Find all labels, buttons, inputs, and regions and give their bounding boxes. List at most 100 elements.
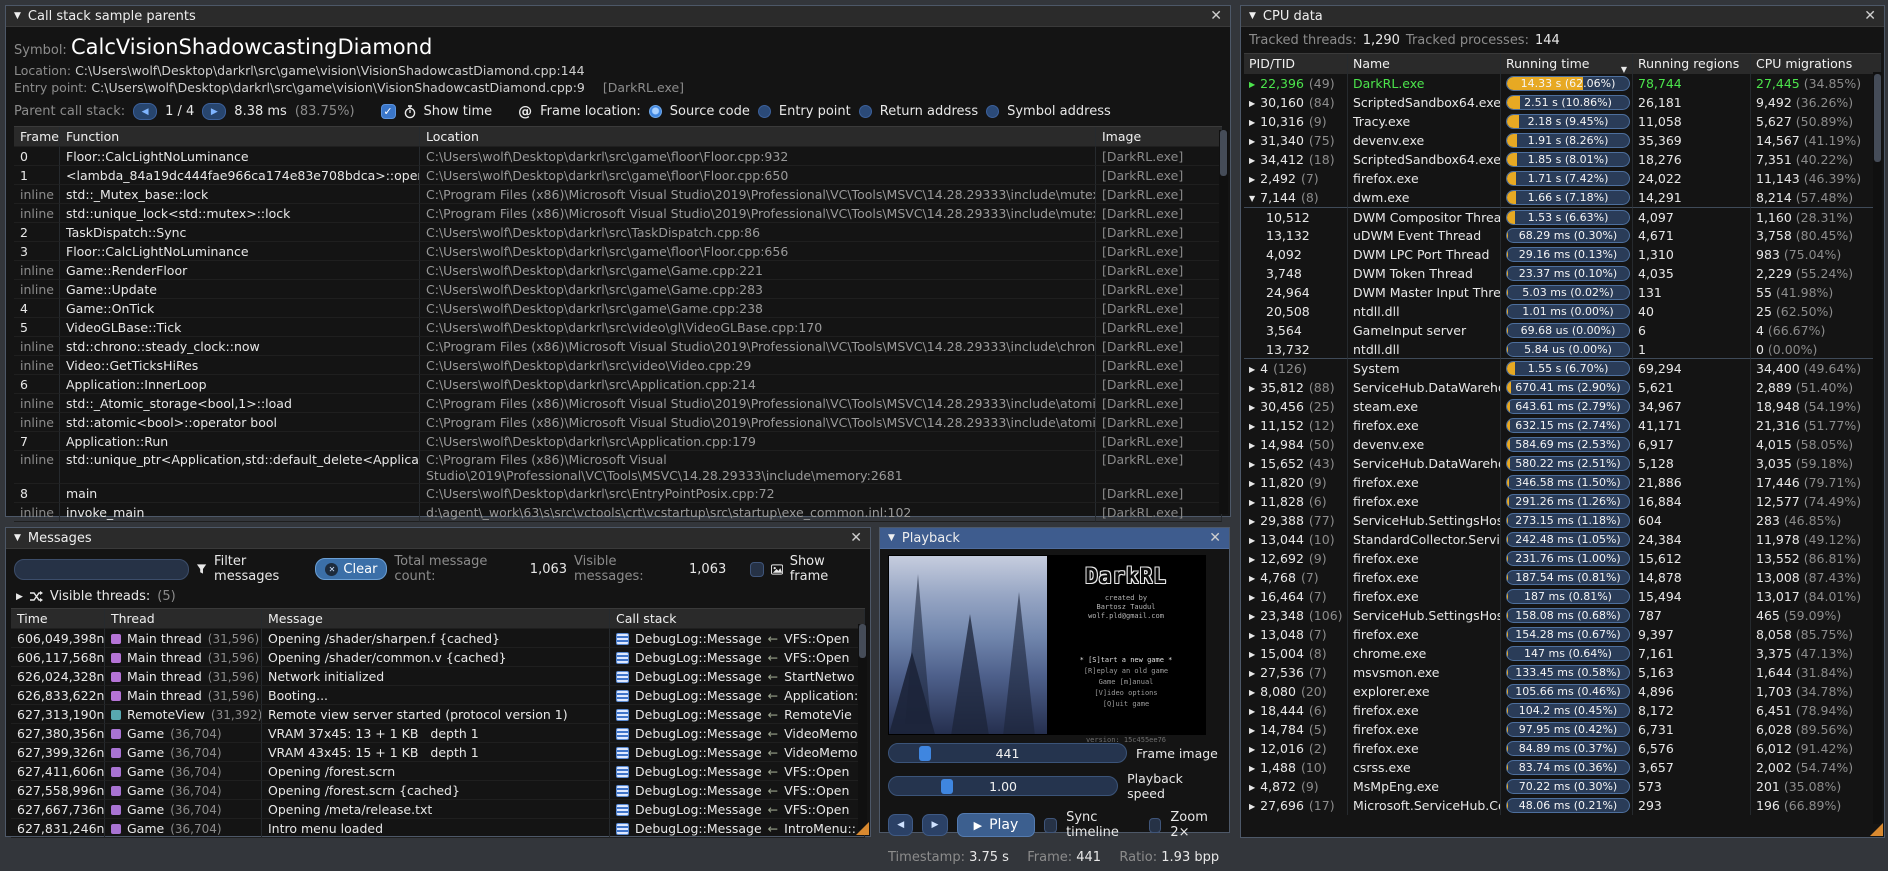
cpu-process-row[interactable]: ▶13,044(10)StandardCollector.Servic242.4… xyxy=(1244,530,1881,549)
callstack-row[interactable]: 5VideoGLBase::TickC:\Users\wolf\Desktop\… xyxy=(14,318,1222,337)
expand-icon[interactable]: ▶ xyxy=(1249,631,1255,640)
callstack-cell[interactable]: DebugLog::Message←RemoteVie xyxy=(610,705,865,724)
radio-symbol-address[interactable] xyxy=(986,105,999,118)
expand-icon[interactable]: ▶ xyxy=(1249,593,1255,602)
expand-icon[interactable]: ▶ xyxy=(1249,460,1255,469)
cpu-process-row[interactable]: ▶4(126)System1.55 s (6.70%)69,29434,400 … xyxy=(1244,359,1881,378)
expand-icon[interactable]: ▼ xyxy=(1249,194,1255,203)
callstack-row[interactable]: 8mainC:\Users\wolf\Desktop\darkrl\src\En… xyxy=(14,484,1222,503)
messages-scrollbar-thumb[interactable] xyxy=(859,624,866,658)
collapse-icon[interactable]: ▼ xyxy=(1249,11,1256,21)
message-row[interactable]: 627,558,996nsGame(36,704)Opening /forest… xyxy=(11,781,865,800)
cpu-process-row[interactable]: ▶27,536(7)msvsmon.exe133.45 ms (0.58%)5,… xyxy=(1244,663,1881,682)
prev-callstack-button[interactable]: ◀ xyxy=(133,103,157,120)
callstack-icon[interactable] xyxy=(616,652,629,664)
collapse-icon[interactable]: ▼ xyxy=(14,533,21,543)
cpu-process-row[interactable]: 10,512DWM Compositor Thread1.53 s (6.63%… xyxy=(1244,207,1881,226)
expand-icon[interactable]: ▶ xyxy=(1249,384,1255,393)
col-image[interactable]: Image xyxy=(1096,127,1222,147)
callstack-row[interactable]: inlineVideo::GetTicksHiResC:\Users\wolf\… xyxy=(14,356,1222,375)
cpu-process-row[interactable]: 4,092DWM LPC Port Thread29.16 ms (0.13%)… xyxy=(1244,245,1881,264)
cpu-process-row[interactable]: ▶1,488(10)csrss.exe83.74 ms (0.36%)3,657… xyxy=(1244,758,1881,777)
cpu-process-row[interactable]: 24,964DWM Master Input Threa5.03 ms (0.0… xyxy=(1244,283,1881,302)
message-row[interactable]: 627,399,326nsGame(36,704)VRAM 43x45: 15 … xyxy=(11,743,865,762)
callstack-icon[interactable] xyxy=(616,728,629,740)
callstack-row[interactable]: 3Floor::CalcLightNoLuminanceC:\Users\wol… xyxy=(14,242,1222,261)
col-message[interactable]: Message xyxy=(262,609,610,629)
cpu-process-row[interactable]: ▶4,768(7)firefox.exe187.54 ms (0.81%)14,… xyxy=(1244,568,1881,587)
cpu-process-row[interactable]: 13,132uDWM Event Thread68.29 ms (0.30%)4… xyxy=(1244,226,1881,245)
close-icon[interactable]: ✕ xyxy=(1210,9,1222,23)
col-thread[interactable]: Thread xyxy=(105,609,262,629)
col-running-time[interactable]: ▼ Running time xyxy=(1501,54,1633,74)
callstack-row[interactable]: inlineGame::RenderFloorC:\Users\wolf\Des… xyxy=(14,261,1222,280)
cpu-scrollbar-thumb[interactable] xyxy=(1874,74,1881,162)
expand-icon[interactable]: ▶ xyxy=(1249,612,1255,621)
expand-icon[interactable]: ▶ xyxy=(1249,707,1255,716)
cpu-process-row[interactable]: ▶23,348(106)ServiceHub.SettingsHost158.0… xyxy=(1244,606,1881,625)
expand-icon[interactable]: ▶ xyxy=(1249,669,1255,678)
clear-button[interactable]: ✕ Clear xyxy=(315,558,387,580)
col-function[interactable]: Function xyxy=(60,127,420,147)
expand-icon[interactable]: ▶ xyxy=(1249,422,1255,431)
callstack-icon[interactable] xyxy=(616,709,629,721)
callstack-scrollbar[interactable] xyxy=(1219,130,1228,514)
entry-point-path[interactable]: C:\Users\wolf\Desktop\darkrl\src\game\vi… xyxy=(91,80,585,95)
callstack-icon[interactable] xyxy=(616,785,629,797)
collapse-icon[interactable]: ▼ xyxy=(888,533,895,543)
col-running-regions[interactable]: Running regions xyxy=(1633,54,1751,74)
cpu-process-row[interactable]: 13,732ntdll.dll5.84 us (0.00%)10 (0.00%) xyxy=(1244,340,1881,359)
expand-icon[interactable]: ▶ xyxy=(1249,403,1255,412)
expand-icon[interactable]: ▶ xyxy=(1249,365,1255,374)
callstack-cell[interactable]: DebugLog::Message←VideoMemo xyxy=(610,724,865,743)
cpu-process-row[interactable]: ▶34,412(18)ScriptedSandbox64.exe1.85 s (… xyxy=(1244,150,1881,169)
cpu-process-row[interactable]: ▶4,872(9)MsMpEng.exe70.22 ms (0.30%)5732… xyxy=(1244,777,1881,796)
callstack-cell[interactable]: DebugLog::Message←Application: xyxy=(610,686,865,705)
frame-image-preview[interactable]: DarkRL created by Bartosz Taudul wolf.pl… xyxy=(888,555,1206,735)
expand-icon[interactable]: ▶ xyxy=(1249,650,1255,659)
expand-icon[interactable]: ▶ xyxy=(1249,783,1255,792)
callstack-row[interactable]: 1<lambda_84a19dc444fae966ca174e83e708bdc… xyxy=(14,166,1222,185)
close-icon[interactable]: ✕ xyxy=(1864,9,1876,23)
expand-icon[interactable]: ▶ xyxy=(1249,80,1255,89)
expand-icon[interactable]: ▶ xyxy=(1249,726,1255,735)
col-pid-tid[interactable]: PID/TID xyxy=(1244,54,1348,74)
play-button[interactable]: ▶ Play xyxy=(957,813,1036,837)
messages-scrollbar[interactable] xyxy=(858,624,867,830)
cpu-process-row[interactable]: ▶2,492(7)firefox.exe1.71 s (7.42%)24,022… xyxy=(1244,169,1881,188)
col-cpu-migrations[interactable]: CPU migrations xyxy=(1751,54,1881,74)
expand-icon[interactable]: ▶ xyxy=(1249,479,1255,488)
expand-icon[interactable]: ▶ xyxy=(1249,536,1255,545)
callstack-cell[interactable]: DebugLog::Message←VFS::Open xyxy=(610,800,865,819)
resize-grip[interactable] xyxy=(856,822,869,835)
col-name[interactable]: Name xyxy=(1348,54,1501,74)
zoom-2x-checkbox[interactable] xyxy=(1149,818,1162,833)
radio-return-address[interactable] xyxy=(859,105,872,118)
cpu-process-row[interactable]: ▶30,456(25)steam.exe643.61 ms (2.79%)34,… xyxy=(1244,397,1881,416)
expand-icon[interactable]: ▶ xyxy=(1249,517,1255,526)
message-row[interactable]: 606,049,398nsMain thread(31,596)Opening … xyxy=(11,629,865,648)
cpu-process-row[interactable]: ▶15,652(43)ServiceHub.DataWareho580.22 m… xyxy=(1244,454,1881,473)
col-frame[interactable]: Frame xyxy=(14,127,60,147)
callstack-row[interactable]: 7Application::RunC:\Users\wolf\Desktop\d… xyxy=(14,432,1222,451)
callstack-icon[interactable] xyxy=(616,633,629,645)
callstack-row[interactable]: inlinestd::_Mutex_base::lockC:\Program F… xyxy=(14,185,1222,204)
message-row[interactable]: 627,667,736nsGame(36,704)Opening /meta/r… xyxy=(11,800,865,819)
callstack-cell[interactable]: DebugLog::Message←VFS::Open xyxy=(610,629,865,648)
collapse-icon[interactable]: ▼ xyxy=(14,11,21,21)
callstack-icon[interactable] xyxy=(616,823,629,835)
col-callstack[interactable]: Call stack xyxy=(610,609,865,629)
expand-icon[interactable]: ▶ xyxy=(1249,156,1255,165)
col-time[interactable]: Time xyxy=(11,609,105,629)
message-row[interactable]: 627,831,246nsGame(36,704)Intro menu load… xyxy=(11,819,865,838)
expand-icon[interactable]: ▶ xyxy=(1249,555,1255,564)
callstack-icon[interactable] xyxy=(616,671,629,683)
callstack-cell[interactable]: DebugLog::Message←IntroMenu:: xyxy=(610,819,865,838)
sync-timeline-checkbox[interactable] xyxy=(1044,818,1057,833)
cpu-process-row[interactable]: ▶14,984(50)devenv.exe584.69 ms (2.53%)6,… xyxy=(1244,435,1881,454)
radio-source-code[interactable] xyxy=(649,105,662,118)
expand-icon[interactable]: ▶ xyxy=(1249,498,1255,507)
cpu-process-row[interactable]: ▶15,004(8)chrome.exe147 ms (0.64%)7,1613… xyxy=(1244,644,1881,663)
callstack-row[interactable]: inlineGame::UpdateC:\Users\wolf\Desktop\… xyxy=(14,280,1222,299)
callstack-row[interactable]: inlinestd::unique_lock<std::mutex>::lock… xyxy=(14,204,1222,223)
